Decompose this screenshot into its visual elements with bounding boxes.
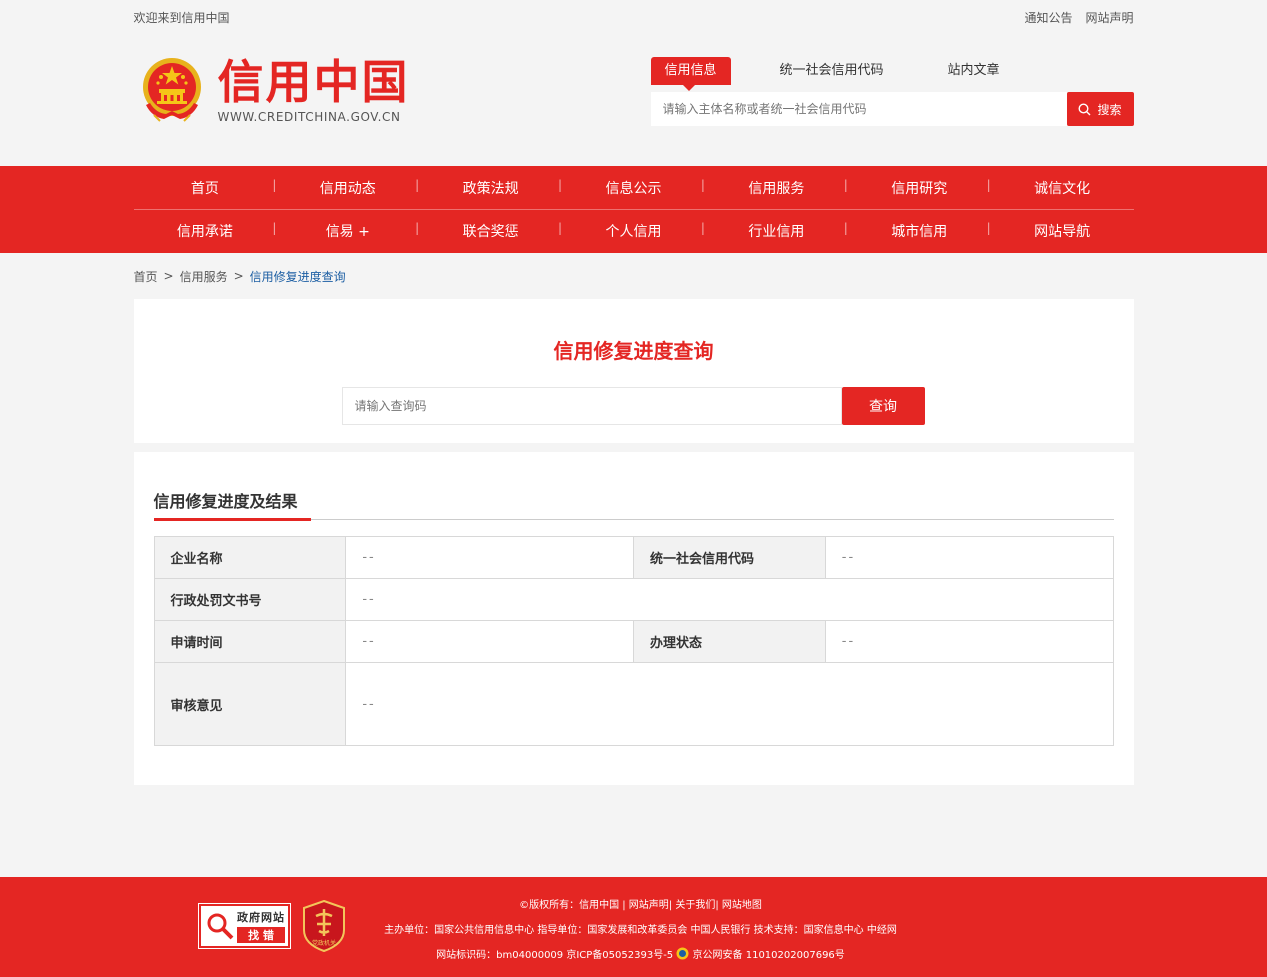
nav-item-disclosure[interactable]: 信息公示: [562, 178, 705, 198]
nav-item-credit-service[interactable]: 信用服务: [705, 178, 848, 198]
search-input[interactable]: [650, 92, 1067, 126]
result-panel: 信用修复进度及结果 企业名称 -- 统一社会信用代码 -- 行政处罚文书号 --…: [133, 452, 1134, 785]
search-tabs: 信用信息 统一社会信用代码 站内文章: [650, 57, 1000, 91]
notice-link[interactable]: 通知公告: [1024, 9, 1072, 26]
status-label: 办理状态: [632, 620, 826, 663]
footer: 政府网站 找 错 党政机关 ©版权所有：信用中国 | 网站声明| 关于我们| 网…: [0, 877, 1267, 977]
footer-police-record: 京公网安备 11010202007696号: [692, 950, 845, 961]
nav-item-credit-news[interactable]: 信用动态: [276, 178, 419, 198]
nav-item-home[interactable]: 首页: [134, 178, 277, 198]
footer-registration: 网站标识码：bm04000009 京ICP备05052393号-5 京公网安备 …: [14, 946, 1267, 961]
breadcrumb-separator: >: [163, 269, 174, 283]
site-logo[interactable]: 信用中国 WWW.CREDITCHINA.GOV.CN: [140, 56, 410, 124]
review-opinion-value: --: [345, 662, 1114, 746]
section-title-underline: [153, 518, 311, 521]
breadcrumb-current: 信用修复进度查询: [249, 269, 346, 284]
table-row: 审核意见 --: [153, 662, 1114, 746]
search-icon: [1078, 102, 1091, 115]
nav-item-city-credit[interactable]: 城市信用: [848, 221, 991, 241]
nav-item-industry-credit[interactable]: 行业信用: [705, 221, 848, 241]
company-name-label: 企业名称: [153, 536, 347, 579]
welcome-text: 欢迎来到信用中国: [133, 10, 230, 25]
header: 信用中国 WWW.CREDITCHINA.GOV.CN 信用信息 统一社会信用代…: [0, 34, 1267, 166]
nav-row-1: 首页 信用动态 政策法规 信息公示 信用服务 信用研究 诚信文化: [134, 166, 1134, 209]
nav-item-credit-research[interactable]: 信用研究: [848, 178, 991, 198]
result-section-title: 信用修复进度及结果: [153, 492, 298, 511]
top-links: 通知公告 网站声明: [1024, 9, 1133, 26]
nav-item-credit-commitment[interactable]: 信用承诺: [134, 221, 277, 241]
search-button[interactable]: 搜索: [1066, 92, 1134, 126]
statement-link[interactable]: 网站声明: [1085, 9, 1133, 26]
penalty-doc-value: --: [345, 578, 1114, 621]
footer-copyright: ©版权所有：信用中国 | 网站声明| 关于我们| 网站地图: [519, 900, 762, 911]
breadcrumb-home[interactable]: 首页: [134, 268, 158, 285]
top-bar: 欢迎来到信用中国 通知公告 网站声明: [0, 0, 1267, 34]
nav-item-personal-credit[interactable]: 个人信用: [562, 221, 705, 241]
nav-item-xinyi-plus[interactable]: 信易 +: [276, 221, 419, 241]
tab-credit-code[interactable]: 统一社会信用代码: [780, 57, 884, 85]
national-emblem-icon: [142, 58, 201, 122]
credit-code-value: --: [824, 536, 1114, 579]
credit-code-label: 统一社会信用代码: [632, 536, 826, 579]
company-name-value: --: [345, 536, 634, 579]
apply-date-value: --: [345, 620, 634, 663]
penalty-doc-label: 行政处罚文书号: [153, 578, 347, 621]
table-row: 申请时间 -- 办理状态 --: [153, 620, 1114, 663]
page-title: 信用修复进度查询: [553, 339, 714, 363]
tab-site-articles[interactable]: 站内文章: [948, 57, 1000, 85]
nav-item-joint-rewards[interactable]: 联合奖惩: [419, 221, 562, 241]
logo-url: WWW.CREDITCHINA.GOV.CN: [217, 110, 401, 124]
table-row: 企业名称 -- 统一社会信用代码 --: [153, 536, 1114, 579]
search-button-label: 搜索: [1097, 102, 1122, 117]
nav-item-site-nav[interactable]: 网站导航: [991, 221, 1134, 241]
nav-row-2: 信用承诺 信易 + 联合奖惩 个人信用 行业信用 城市信用 网站导航: [133, 209, 1134, 252]
review-opinion-label: 审核意见: [153, 662, 347, 746]
nav-item-policies[interactable]: 政策法规: [419, 178, 562, 198]
breadcrumb-credit-service[interactable]: 信用服务: [180, 268, 228, 285]
query-button[interactable]: 查询: [841, 387, 925, 425]
breadcrumb: 首页 > 信用服务 > 信用修复进度查询: [0, 253, 1267, 299]
tab-credit-info[interactable]: 信用信息: [650, 57, 731, 91]
query-panel: 信用修复进度查询 查询: [133, 299, 1134, 443]
police-badge-icon: [676, 947, 689, 960]
breadcrumb-separator: >: [233, 269, 244, 283]
main-nav: 首页 信用动态 政策法规 信息公示 信用服务 信用研究 诚信文化 信用承诺 信易…: [0, 166, 1267, 253]
result-table: 企业名称 -- 统一社会信用代码 -- 行政处罚文书号 -- 申请时间 -- 办…: [153, 536, 1114, 746]
logo-title: 信用中国: [217, 55, 410, 109]
apply-date-label: 申请时间: [153, 620, 347, 663]
table-row: 行政处罚文书号 --: [153, 578, 1114, 621]
query-code-input[interactable]: [341, 387, 842, 425]
footer-icp: 网站标识码：bm04000009 京ICP备05052393号-5: [436, 950, 674, 961]
search-box: 搜索: [650, 92, 1134, 126]
footer-organizers: 主办单位：国家公共信用信息中心 指导单位：国家发展和改革委员会 中国人民银行 技…: [384, 925, 897, 936]
status-value: --: [824, 620, 1114, 663]
main-content: 信用修复进度查询 查询 信用修复进度及结果 企业名称 -- 统一社会信用代码 -…: [133, 299, 1134, 785]
nav-item-integrity-culture[interactable]: 诚信文化: [991, 178, 1134, 198]
